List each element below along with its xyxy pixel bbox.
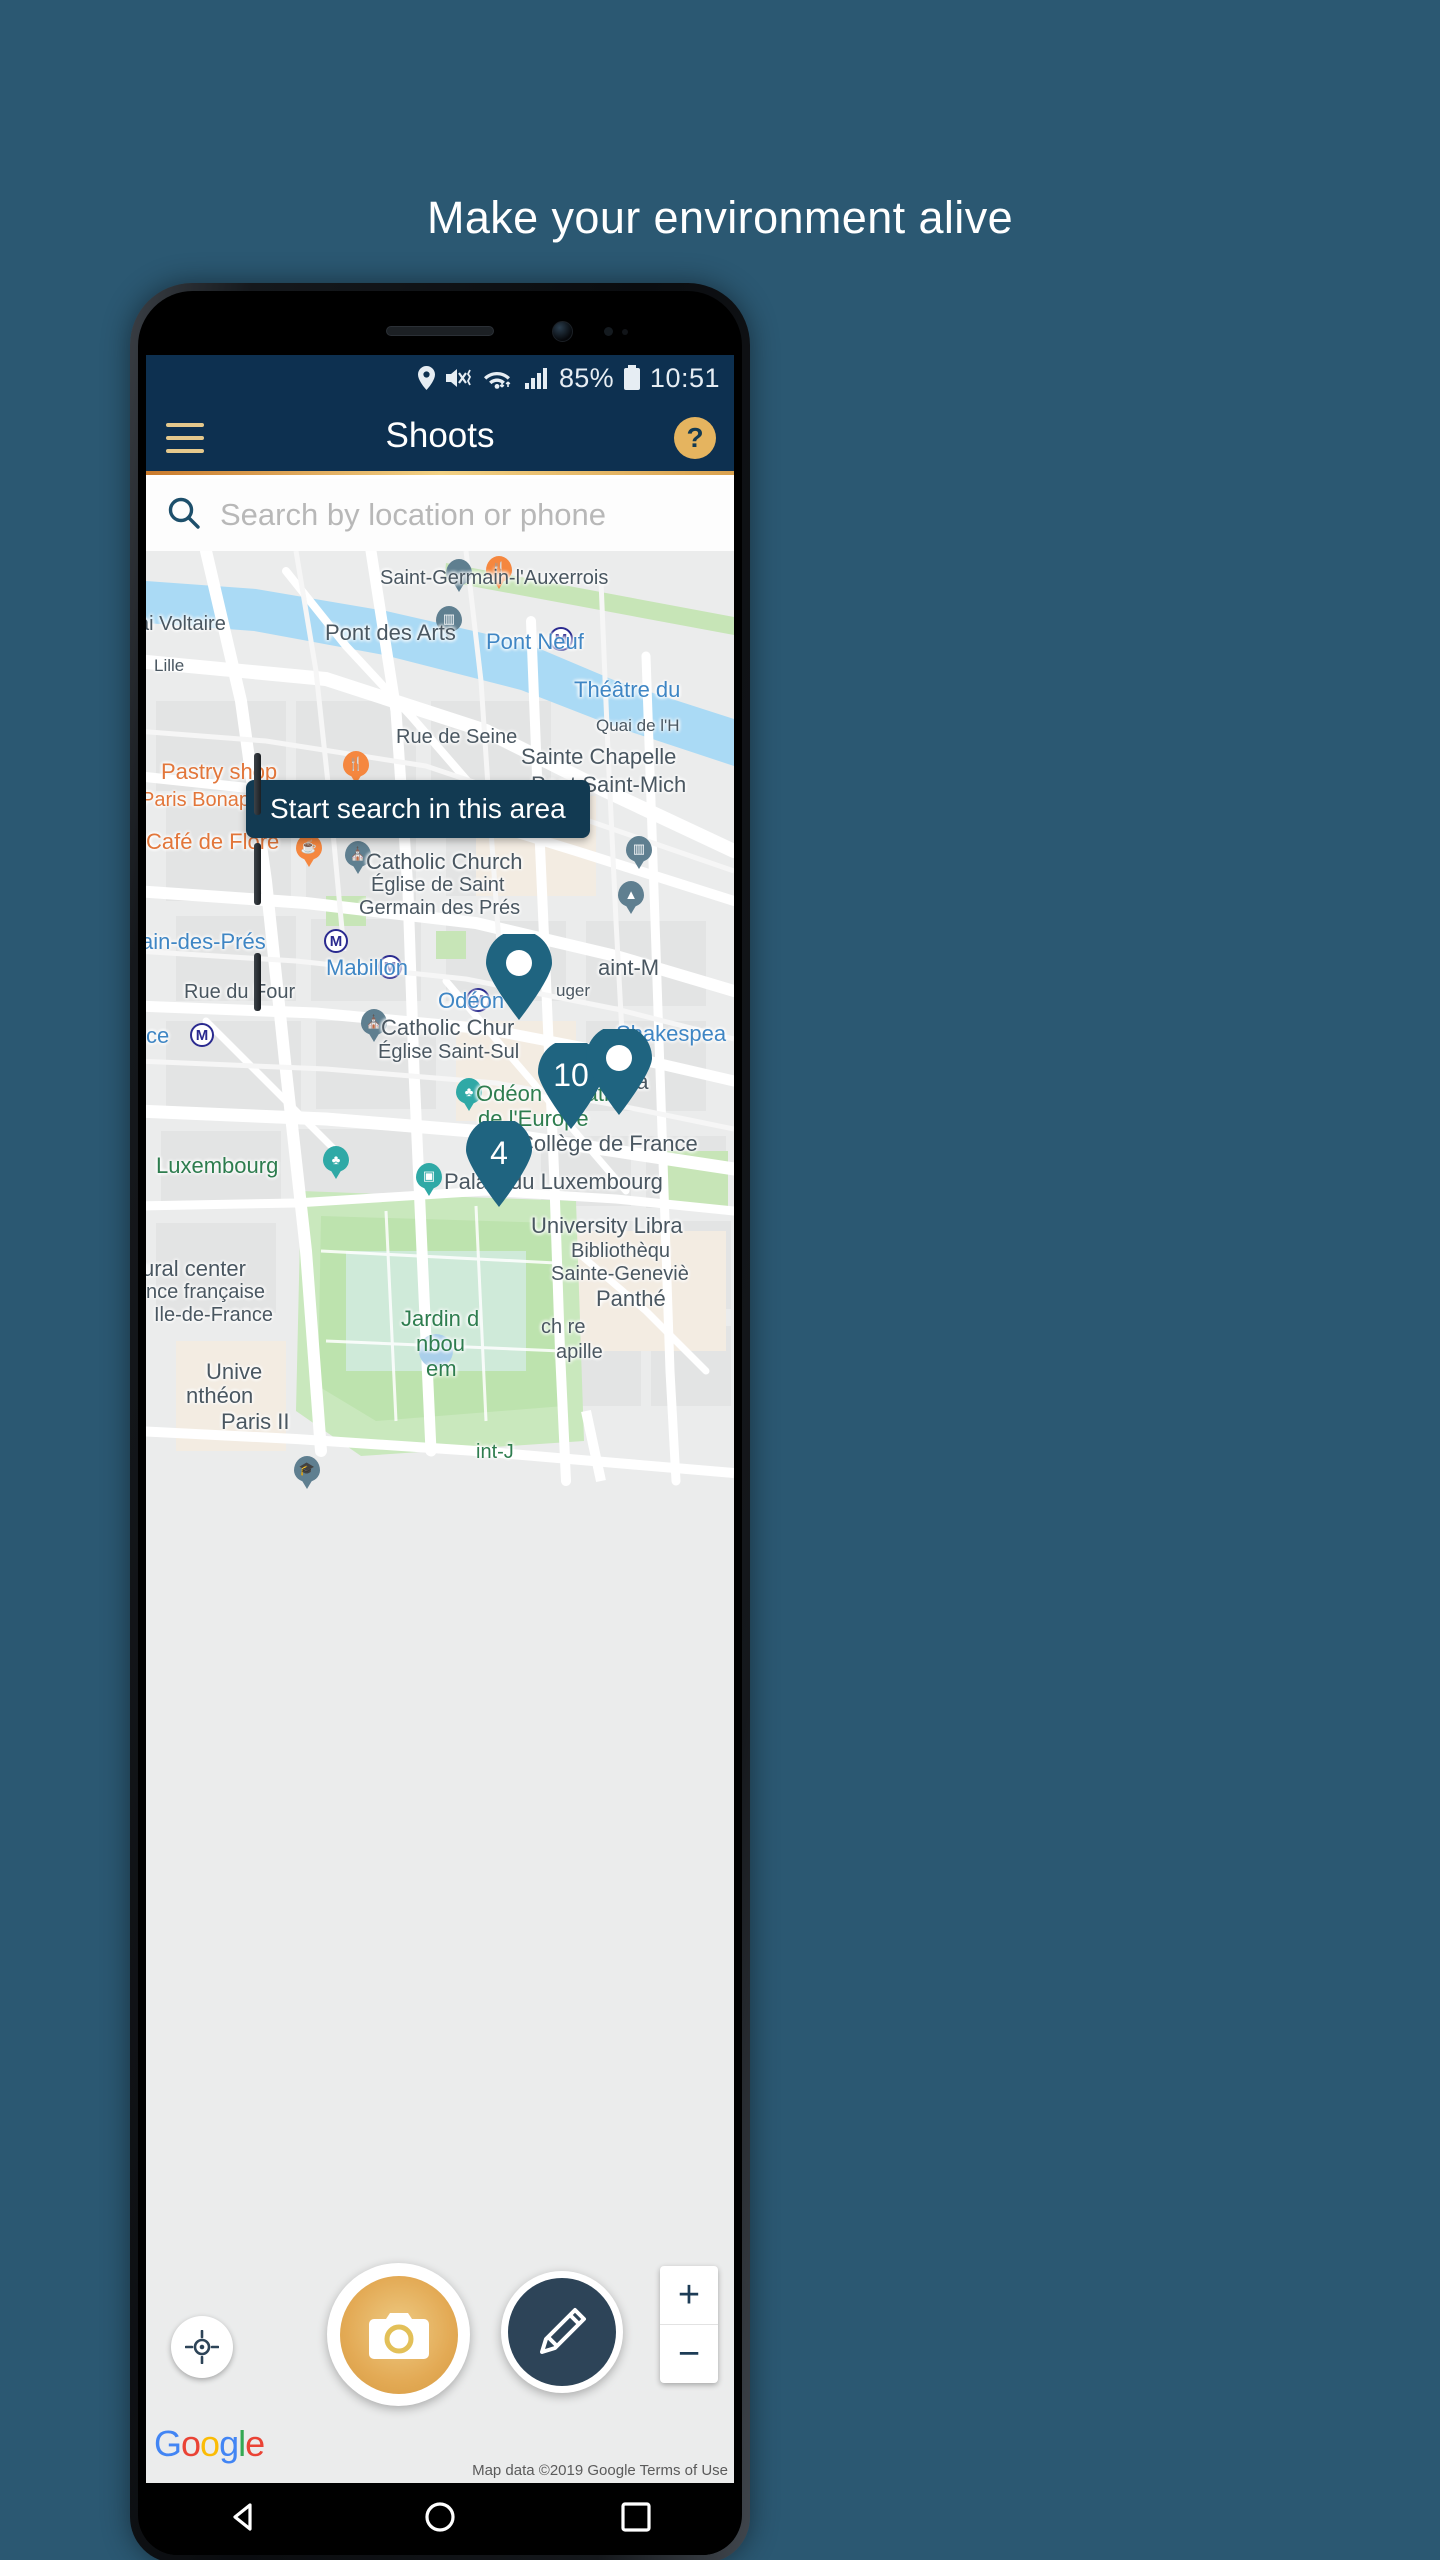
page-title: Make your environment alive: [426, 192, 1014, 243]
pencil-edit-icon: [540, 2308, 586, 2354]
volume-down-button[interactable]: [254, 843, 261, 905]
home-circle-icon[interactable]: [423, 2500, 457, 2539]
status-bar: 85% 10:51: [146, 355, 734, 401]
locate-me-button[interactable]: [171, 2316, 233, 2378]
church-icon[interactable]: ⛪: [345, 841, 371, 875]
edit-button[interactable]: [501, 2271, 623, 2393]
edit-button-core: [508, 2278, 616, 2386]
church-icon[interactable]: ⛪: [361, 1009, 387, 1043]
app-bar: Shoots ?: [146, 401, 734, 475]
park-icon[interactable]: ♣: [323, 1146, 349, 1180]
battery-percent-label: 85%: [558, 362, 614, 393]
phone-screen: 85% 10:51 Shoots ? Search by location or…: [146, 355, 734, 2483]
museum-icon[interactable]: ▥: [626, 836, 652, 870]
front-camera-icon: [552, 321, 573, 342]
school-icon[interactable]: 🎓: [294, 1456, 320, 1490]
phone-inner-bezel: 85% 10:51 Shoots ? Search by location or…: [138, 291, 742, 2555]
zoom-out-button[interactable]: −: [660, 2325, 718, 2383]
camera-button[interactable]: [327, 2263, 470, 2406]
metro-station-icon[interactable]: M: [549, 627, 573, 651]
light-sensor-icon: [622, 329, 628, 335]
status-clock: 10:51: [649, 362, 720, 393]
phone-device-frame: 85% 10:51 Shoots ? Search by location or…: [130, 283, 750, 2560]
cafe-icon[interactable]: ☕: [296, 834, 322, 868]
down-arrow-icon[interactable]: [446, 559, 472, 593]
zoom-in-button[interactable]: +: [660, 2266, 718, 2324]
bridge-icon[interactable]: ▥: [436, 606, 462, 640]
google-logo: Google: [154, 2423, 265, 2464]
location-pin-icon: [417, 366, 435, 390]
map-view[interactable]: 🍴▥🍴☕⛪▥▲⛪▣▥♣♣▣🎓 MMMMM Saint-Germain-l'Aux…: [146, 551, 734, 2483]
android-nav-bar[interactable]: [146, 2483, 734, 2555]
crosshair-locate-icon: [185, 2330, 219, 2364]
volume-up-button[interactable]: [254, 753, 261, 815]
theatre-icon[interactable]: ♣: [456, 1078, 482, 1112]
battery-icon: [623, 365, 641, 391]
shoot-marker[interactable]: [586, 1029, 652, 1115]
earpiece-speaker: [386, 326, 494, 336]
proximity-sensor-icon: [604, 327, 613, 336]
search-bar[interactable]: [146, 479, 734, 551]
restaurant-icon[interactable]: 🍴: [486, 556, 512, 590]
signal-bars-icon: [524, 366, 550, 390]
shoot-marker[interactable]: [486, 934, 552, 1020]
metro-station-icon[interactable]: M: [324, 929, 348, 953]
metro-station-icon[interactable]: M: [378, 955, 402, 979]
wifi-icon: [483, 366, 515, 390]
metro-station-icon[interactable]: M: [190, 1023, 214, 1047]
search-input[interactable]: [220, 497, 700, 533]
map-attribution: Map data ©2019 Google Terms of Use: [472, 2462, 728, 2479]
shoot-cluster-marker[interactable]: 4: [466, 1121, 532, 1207]
shoot-cluster-count: 4: [490, 1135, 508, 1171]
tree-icon[interactable]: ▲: [618, 881, 644, 915]
search-this-area-button[interactable]: Start search in this area: [246, 780, 590, 838]
assistant-button[interactable]: [254, 953, 261, 1011]
map-zoom-controls[interactable]: + −: [660, 2266, 718, 2383]
camera-icon: [368, 2312, 429, 2359]
camera-button-core: [339, 2275, 458, 2394]
back-triangle-icon[interactable]: [227, 2500, 261, 2539]
palace-icon[interactable]: ▣: [416, 1163, 442, 1197]
recents-square-icon[interactable]: [619, 2500, 653, 2539]
help-button[interactable]: ?: [674, 417, 716, 459]
mute-vibrate-icon: [444, 366, 474, 390]
search-icon: [166, 495, 202, 536]
app-title: Shoots: [385, 416, 495, 455]
